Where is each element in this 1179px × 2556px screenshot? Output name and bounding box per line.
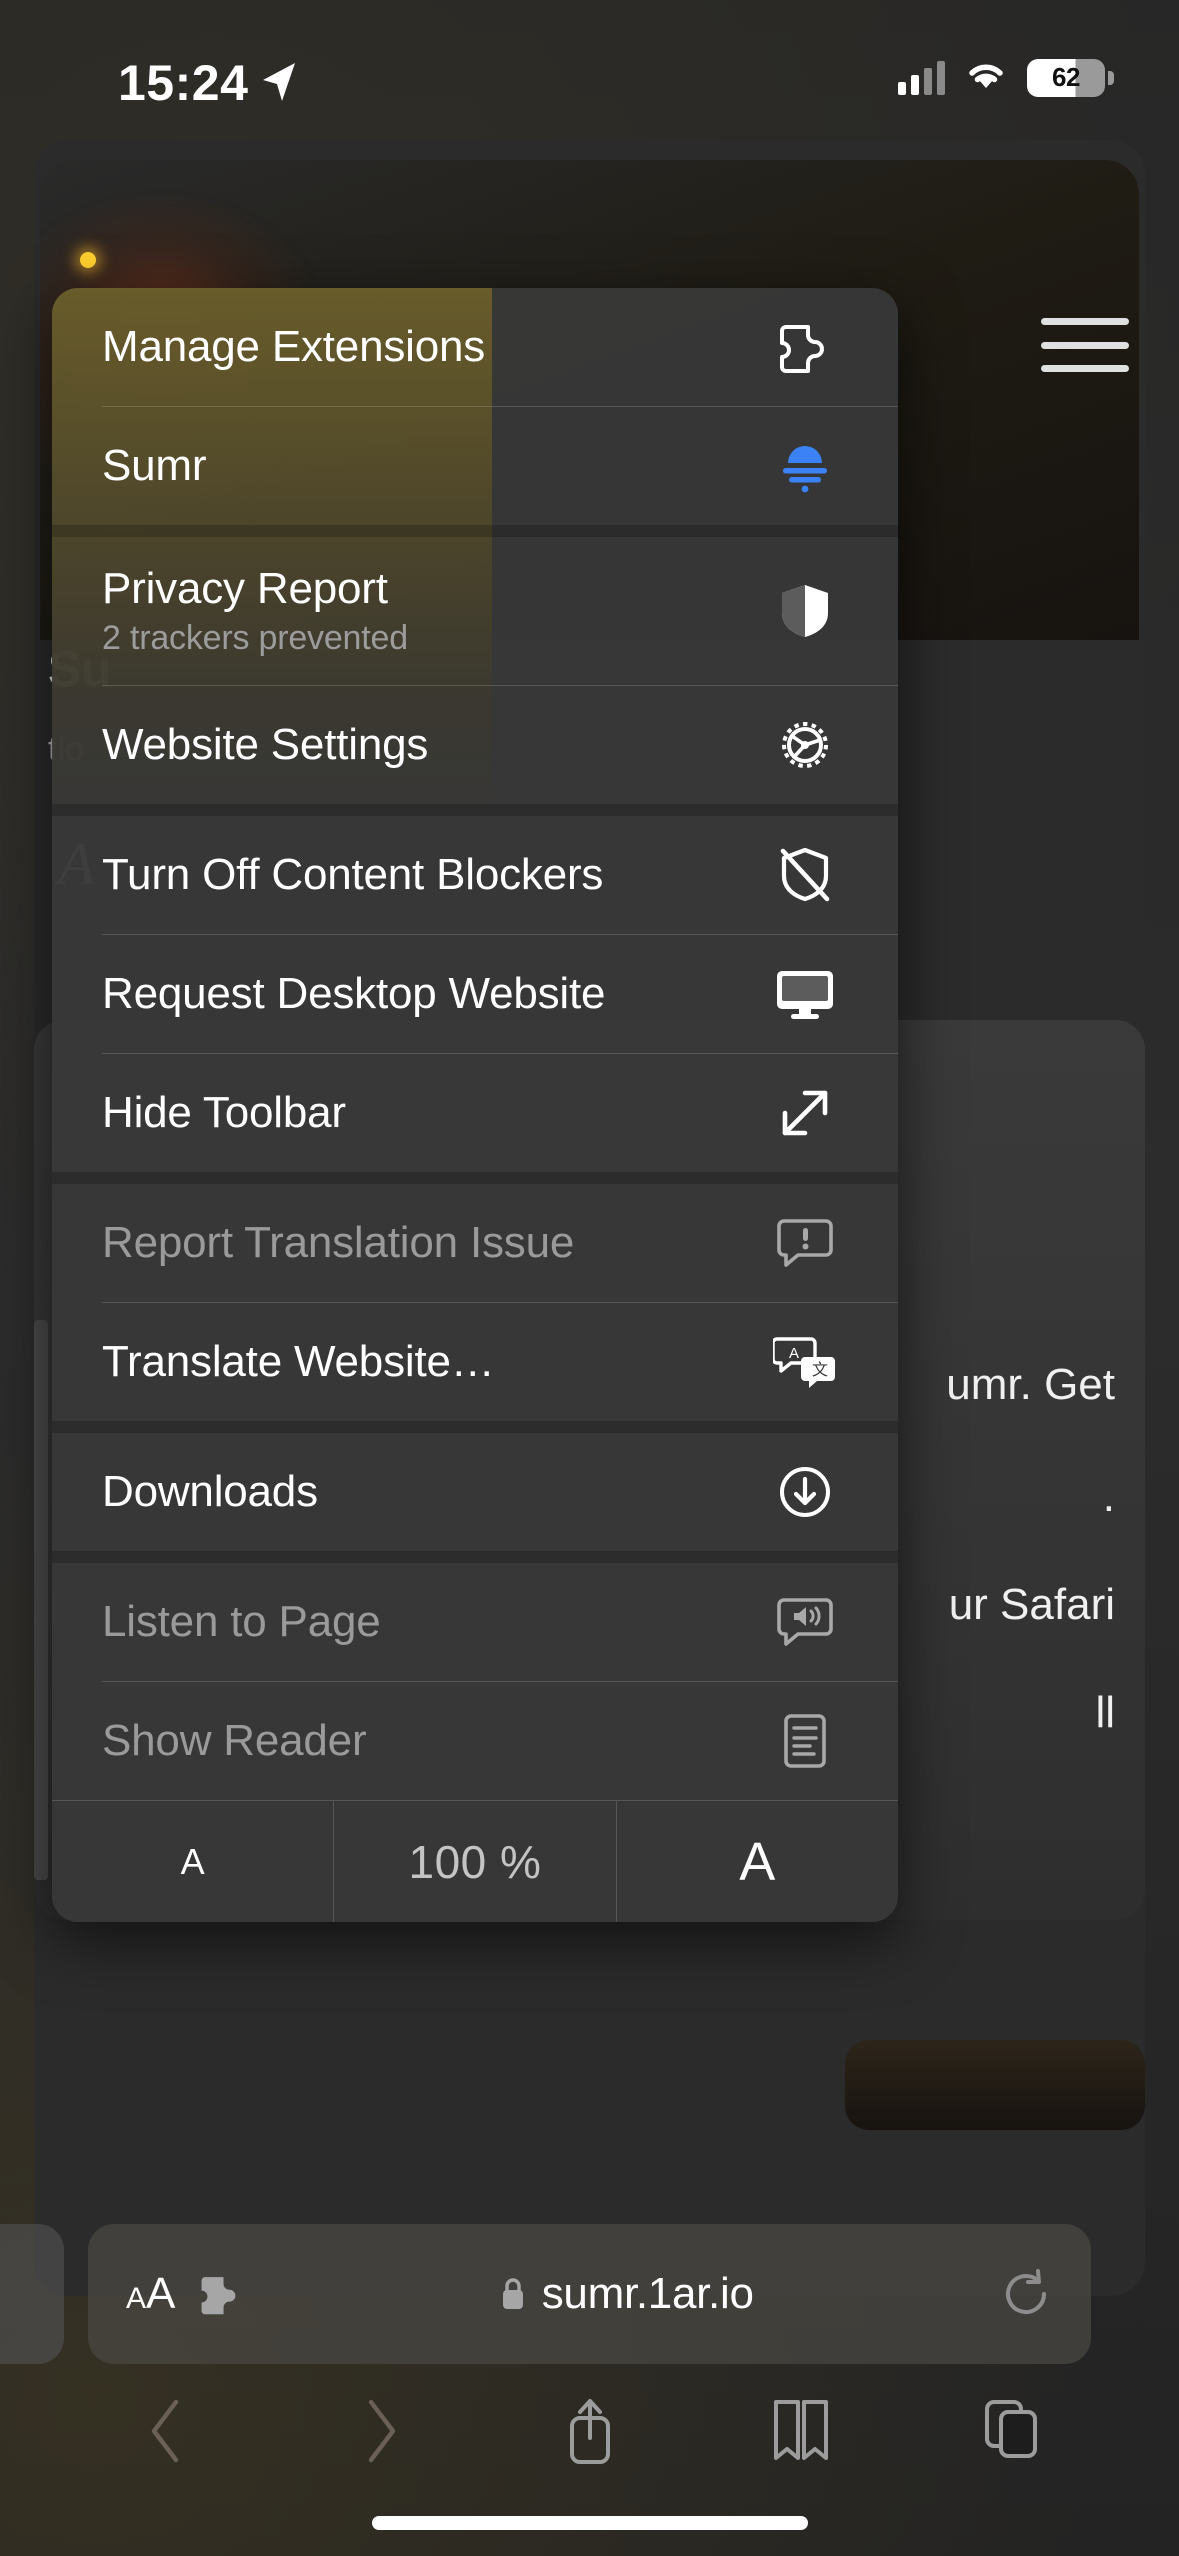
menu-item-sublabel: 2 trackers prevented <box>102 619 408 658</box>
sumr-extension-icon <box>762 429 848 503</box>
safari-page-menu: Manage Extensions Sumr Privacy Report 2 … <box>52 288 898 1922</box>
menu-item-list: Manage Extensions Sumr Privacy Report 2 … <box>52 288 898 1922</box>
shield-icon <box>762 574 848 648</box>
zoom-out-label: A <box>180 1840 205 1882</box>
menu-item-label: Manage Extensions <box>102 322 486 372</box>
page-hamburger-menu-icon[interactable] <box>1041 310 1129 380</box>
hamburger-bar <box>1041 341 1129 349</box>
menu-item-label: Downloads <box>102 1467 318 1517</box>
card-line: ll <box>1095 1688 1115 1737</box>
puzzle-piece-icon[interactable] <box>196 2269 252 2319</box>
url-display[interactable]: sumr.1ar.io <box>252 2269 999 2319</box>
menu-item-show-reader: Show Reader <box>52 1682 898 1800</box>
bubble-exclamation-icon <box>762 1206 848 1280</box>
arrows-diagonal-icon <box>762 1076 848 1150</box>
bubble-speaker-icon <box>762 1585 848 1659</box>
home-indicator <box>371 2516 808 2530</box>
zoom-in-button[interactable]: A <box>615 1801 898 1922</box>
hamburger-bar <box>1041 365 1129 372</box>
menu-item-report-translation-issue: Report Translation Issue <box>52 1184 898 1302</box>
status-time: 15:24 <box>118 55 249 111</box>
page-side-strip <box>34 1320 48 1880</box>
card-line: umr. Get <box>946 1360 1115 1409</box>
menu-item-hide-toolbar[interactable]: Hide Toolbar <box>52 1054 898 1172</box>
menu-item-label: Privacy Report <box>102 563 388 613</box>
zoom-control-row: A 100 % A <box>52 1800 898 1922</box>
menu-group-gap <box>52 804 898 816</box>
zoom-out-button[interactable]: A <box>52 1801 333 1922</box>
battery-level: 62 <box>1052 62 1080 92</box>
status-bar: 15:24 62 <box>0 0 1179 150</box>
zoom-reset-button[interactable]: 100 % <box>333 1801 615 1922</box>
menu-item-label: Request Desktop Website <box>102 969 606 1019</box>
svg-text:文: 文 <box>812 1360 828 1379</box>
zoom-value-label: 100 % <box>408 1835 542 1888</box>
download-circle-icon <box>762 1455 848 1529</box>
previous-tab-peek[interactable] <box>0 2224 64 2364</box>
menu-item-translate-website[interactable]: Translate Website… A 文 <box>52 1303 898 1421</box>
hero-dot <box>80 252 96 268</box>
gear-icon <box>762 708 848 782</box>
url-text: sumr.1ar.io <box>541 2269 754 2318</box>
hamburger-bar <box>1041 318 1129 325</box>
shield-slash-icon <box>762 838 848 912</box>
card-line: ur Safari <box>948 1580 1115 1629</box>
bookmarks-button[interactable] <box>695 2396 906 2506</box>
back-button[interactable] <box>62 2396 273 2506</box>
svg-text:A: A <box>789 1345 799 1362</box>
address-bar[interactable]: AA sumr.1ar.io <box>88 2224 1091 2364</box>
tabs-button[interactable] <box>906 2396 1117 2506</box>
url-bar-area: AA sumr.1ar.io <box>0 2210 1179 2380</box>
puzzle-piece-icon <box>762 310 848 384</box>
menu-item-label: Turn Off Content Blockers <box>102 850 604 900</box>
battery-icon: 62 <box>1027 58 1114 97</box>
reload-icon[interactable] <box>999 2267 1053 2321</box>
menu-item-request-desktop-website[interactable]: Request Desktop Website <box>52 935 898 1053</box>
page-bottom-chip <box>845 2040 1145 2130</box>
menu-item-downloads[interactable]: Downloads <box>52 1433 898 1551</box>
card-line: . <box>1102 1472 1115 1521</box>
zoom-in-label: A <box>739 1831 776 1892</box>
menu-item-privacy-report[interactable]: Privacy Report 2 trackers prevented <box>52 537 898 685</box>
text-size-button[interactable]: AA <box>126 2269 175 2318</box>
status-indicators: 62 <box>898 58 1114 97</box>
menu-item-turn-off-content-blockers[interactable]: Turn Off Content Blockers <box>52 816 898 934</box>
menu-group-gap <box>52 1421 898 1433</box>
menu-item-label: Listen to Page <box>102 1597 381 1647</box>
location-arrow-icon <box>258 60 298 104</box>
menu-item-label: Report Translation Issue <box>102 1218 575 1268</box>
menu-item-label: Sumr <box>102 441 207 491</box>
translate-bubbles-icon: A 文 <box>762 1325 848 1399</box>
menu-item-website-settings[interactable]: Website Settings <box>52 686 898 804</box>
menu-item-sumr[interactable]: Sumr <box>52 407 898 525</box>
menu-item-label: Hide Toolbar <box>102 1088 346 1138</box>
menu-item-label: Show Reader <box>102 1716 367 1766</box>
menu-group-gap <box>52 525 898 537</box>
menu-item-listen-to-page: Listen to Page <box>52 1563 898 1681</box>
reader-document-icon <box>762 1704 848 1778</box>
menu-item-label: Translate Website… <box>102 1337 495 1387</box>
lock-icon <box>498 2275 528 2313</box>
menu-item-label: Website Settings <box>102 720 429 770</box>
forward-button[interactable] <box>273 2396 484 2506</box>
iphone-screen: Su tlo A umr. Get . ur Safari ll 15:24 <box>0 0 1179 2556</box>
wifi-icon <box>963 58 1009 97</box>
menu-group-gap <box>52 1551 898 1563</box>
share-button[interactable] <box>484 2396 695 2506</box>
menu-group-gap <box>52 1172 898 1184</box>
cellular-signal-icon <box>898 60 945 95</box>
desktop-monitor-icon <box>762 957 848 1031</box>
text-size-label-large: A <box>146 2269 175 2318</box>
text-size-label-small: A <box>126 2282 146 2315</box>
menu-item-manage-extensions[interactable]: Manage Extensions <box>52 288 898 406</box>
